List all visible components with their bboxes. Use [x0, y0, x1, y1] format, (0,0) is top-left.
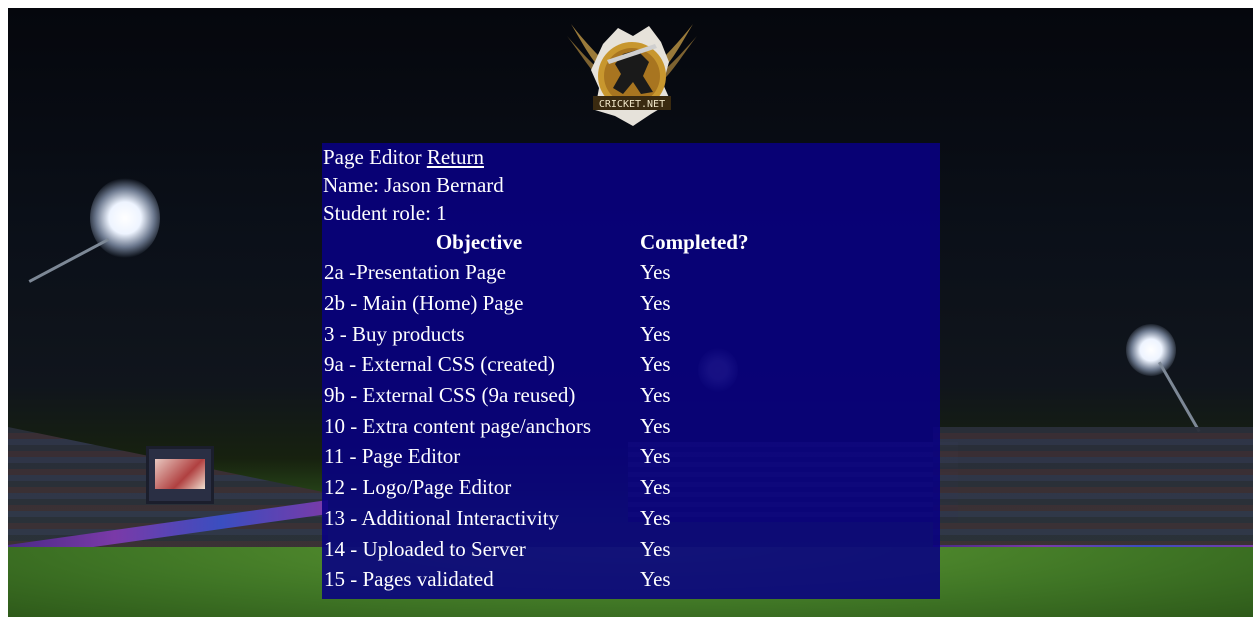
page-title: Page Editor: [323, 145, 422, 169]
objective-cell: 10 - Extra content page/anchors: [324, 413, 592, 438]
logo-graphic: CRICKET.NET: [567, 24, 697, 126]
completed-cell: Yes: [640, 352, 671, 377]
stand-right: [933, 427, 1253, 547]
objective-cell: 14 - Uploaded to Server: [324, 536, 526, 561]
table-header-row: Objective Completed?: [322, 227, 751, 257]
table-row: 13 - Additional Interactivity Yes: [322, 503, 751, 534]
floodlight-right: [1126, 324, 1176, 376]
student-role: Student role: 1: [323, 201, 447, 225]
completed-cell: Yes: [640, 383, 671, 408]
completed-cell: Yes: [640, 567, 671, 592]
objectives-table: Objective Completed? 2a -Presentation Pa…: [322, 227, 751, 595]
floodlight-pole-right: [1158, 361, 1201, 433]
objective-cell: 3 - Buy products: [324, 321, 465, 346]
logo-text: CRICKET.NET: [599, 99, 665, 110]
completed-cell: Yes: [640, 475, 671, 500]
scoreboard-display: [155, 459, 205, 489]
table-row: 2b - Main (Home) Page Yes: [322, 288, 751, 319]
scoreboard-screen: [146, 446, 214, 504]
floodlight-pole-left: [28, 238, 110, 283]
table-row: 10 - Extra content page/anchors Yes: [322, 410, 751, 441]
objective-cell: 15 - Pages validated: [324, 567, 494, 592]
objectives-body: 2a -Presentation Page Yes 2b - Main (Home)…: [322, 257, 751, 595]
objective-cell: 11 - Page Editor: [324, 444, 461, 469]
table-row: 2a -Presentation Page Yes: [322, 257, 751, 288]
table-row: 11 - Page Editor Yes: [322, 441, 751, 472]
table-row: 3 - Buy products Yes: [322, 318, 751, 349]
table-row: 12 - Logo/Page Editor Yes: [322, 472, 751, 503]
student-name: Name: Jason Bernard: [323, 173, 504, 197]
page-editor-panel: Page Editor Return Name: Jason Bernard S…: [322, 143, 940, 599]
objective-cell: 9b - External CSS (9a reused): [324, 383, 576, 408]
completed-cell: Yes: [640, 505, 671, 530]
column-header-completed: Completed?: [640, 230, 749, 254]
completed-cell: Yes: [640, 536, 671, 561]
objective-cell: 2a -Presentation Page: [324, 260, 506, 285]
table-row: 9a - External CSS (created) Yes: [322, 349, 751, 380]
column-header-objective: Objective: [435, 230, 523, 254]
completed-cell: Yes: [640, 260, 671, 285]
table-row: 9b - External CSS (9a reused) Yes: [322, 380, 751, 411]
panel-header: Page Editor Return: [322, 143, 940, 171]
objective-cell: 12 - Logo/Page Editor: [324, 475, 512, 500]
return-link[interactable]: Return: [427, 145, 484, 169]
table-row: 15 - Pages validated Yes: [322, 564, 751, 595]
completed-cell: Yes: [640, 413, 671, 438]
site-logo: CRICKET.NET: [563, 14, 701, 130]
completed-cell: Yes: [640, 321, 671, 346]
completed-cell: Yes: [640, 444, 671, 469]
floodlight-left: [90, 178, 160, 258]
objective-cell: 9a - External CSS (created): [324, 352, 555, 377]
table-row: 14 - Uploaded to Server Yes: [322, 533, 751, 564]
objective-cell: 2b - Main (Home) Page: [324, 291, 524, 316]
objective-cell: 13 - Additional Interactivity: [324, 505, 560, 530]
completed-cell: Yes: [640, 291, 671, 316]
